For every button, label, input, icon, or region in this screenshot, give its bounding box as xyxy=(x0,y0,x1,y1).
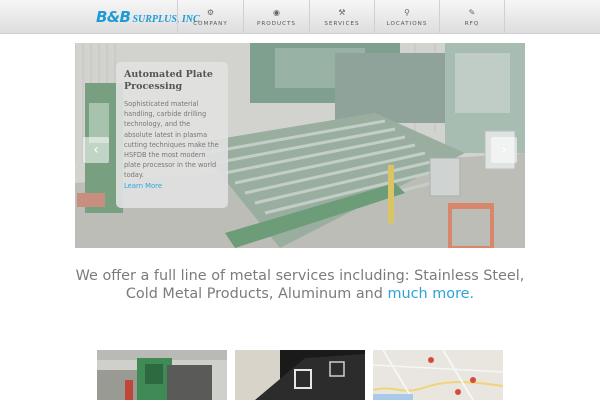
tools-icon: ⚒ xyxy=(338,8,346,17)
nav-label-rfq: RFQ xyxy=(464,20,480,27)
map-image xyxy=(373,350,503,400)
caption-title: Automated Plate Processing xyxy=(124,69,213,92)
nav-label-services: SERVICES xyxy=(324,20,360,27)
chevron-right-icon: › xyxy=(501,142,507,158)
gear-icon: ⚙ xyxy=(206,8,215,17)
thumbnail-machinery[interactable] xyxy=(97,350,227,400)
machinery-photo xyxy=(97,350,227,400)
target-icon: ◉ xyxy=(273,8,280,17)
learn-more-link[interactable]: Learn More xyxy=(124,182,162,190)
main-nav: ⚙ COMPANY ◉ PRODUCTS ⚒ SERVICES ⚲ LOCATI… xyxy=(177,0,505,34)
nav-label-products: PRODUCTS xyxy=(257,20,296,27)
nav-label-locations: LOCATIONS xyxy=(386,20,428,27)
slider-prev-button[interactable]: ‹ xyxy=(83,137,109,163)
nav-item-services[interactable]: ⚒ SERVICES xyxy=(309,0,374,34)
chevron-left-icon: ‹ xyxy=(93,142,99,158)
nav-label-company: COMPANY xyxy=(193,20,228,27)
logo-mark: B&B xyxy=(96,8,131,26)
slide-caption: Automated Plate Processing Sophisticated… xyxy=(116,62,228,208)
top-header: B&B SURPLUS, INC ⚙ COMPANY ◉ PRODUCTS ⚒ … xyxy=(0,0,600,34)
thumbnail-tubing[interactable] xyxy=(235,350,365,400)
much-more-link[interactable]: much more. xyxy=(388,286,475,302)
map-pin-icon: ⚲ xyxy=(404,8,410,17)
slider-next-button[interactable]: › xyxy=(491,137,517,163)
caption-body: Sophisticated material handling, carbide… xyxy=(124,100,219,180)
nav-item-company[interactable]: ⚙ COMPANY xyxy=(177,0,243,34)
services-tagline: We offer a full line of metal services i… xyxy=(60,268,540,303)
document-icon: ✎ xyxy=(468,8,476,17)
thumbnail-map[interactable] xyxy=(373,350,503,400)
nav-item-products[interactable]: ◉ PRODUCTS xyxy=(243,0,309,34)
nav-item-rfq[interactable]: ✎ RFQ xyxy=(439,0,505,34)
nav-item-locations[interactable]: ⚲ LOCATIONS xyxy=(374,0,439,34)
tubing-photo xyxy=(235,350,365,400)
